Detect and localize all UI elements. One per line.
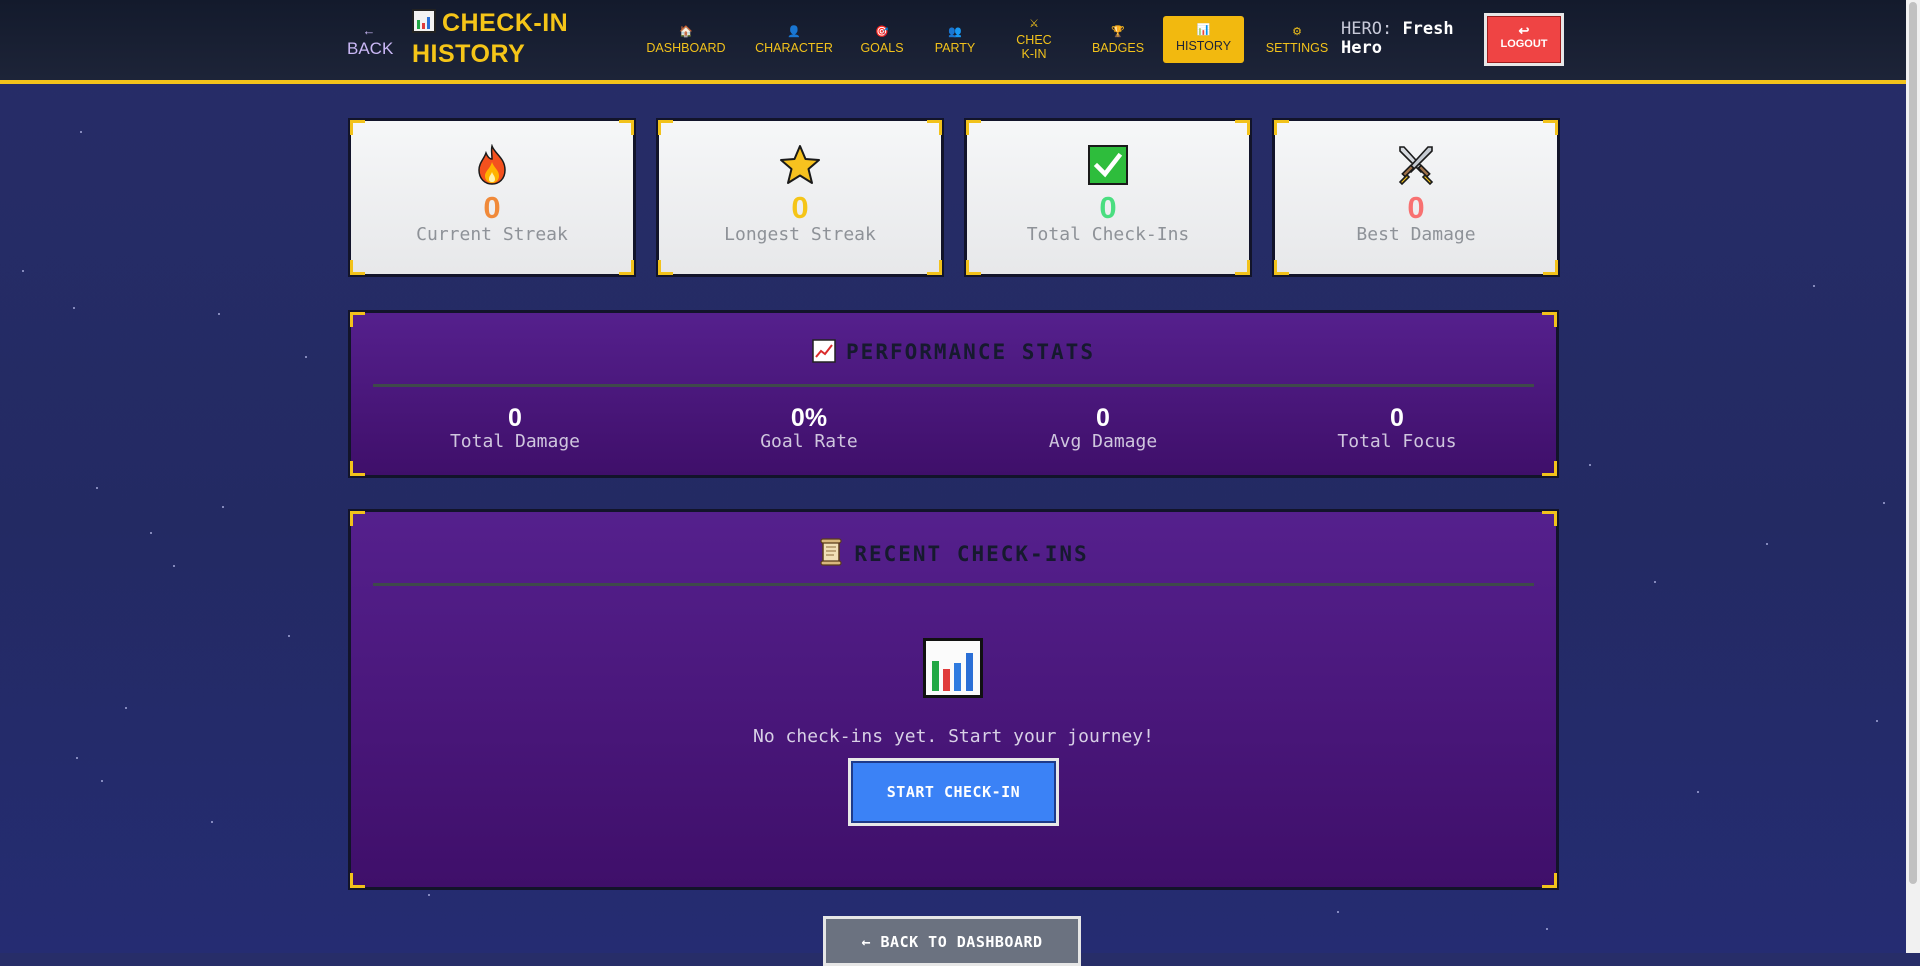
stat-value: 0 [483,190,501,225]
nav-badges-label: BADGES [1091,41,1145,55]
page-title: CHECK-IN HISTORY [412,8,602,70]
chart-icon: 📊 [1196,24,1211,36]
stat-label: Best Damage [1356,224,1476,245]
performance-title-text: PERFORMANCE STATS [846,340,1095,364]
bar-chart-icon [923,638,983,698]
stat-card-longest-streak: 0 Longest Streak [656,118,944,277]
hero-key: HERO: [1341,19,1393,39]
house-icon: 🏠 [679,26,693,38]
stat-label: Longest Streak [724,224,876,245]
stat-value: 0 [1099,190,1117,225]
top-navigation-bar: ← BACK CHECK-IN HISTORY 🏠 DASHBOARD 👤 CHAR… [0,0,1906,84]
performance-title: PERFORMANCE STATS [351,339,1556,369]
empty-state-message: No check-ins yet. Start your journey! [753,726,1154,747]
perf-label: Total Focus [1337,431,1457,452]
character-icon: 👤 [787,26,801,38]
logout-icon: ↩ [1518,23,1530,38]
back-arrow-icon: ← [362,23,376,38]
stat-card-best-damage: 0 Best Damage [1272,118,1560,277]
party-icon: 👥 [948,26,962,38]
nav-goals[interactable]: 🎯 GOALS [857,16,907,62]
nav-settings-label: SETTINGS [1265,41,1329,55]
performance-stats-panel: PERFORMANCE STATS 0 Total Damage 0% Goal… [348,310,1559,478]
bar-chart-icon [412,9,436,33]
logout-label: LOGOUT [1500,38,1548,50]
scrollbar-thumb[interactable] [1909,2,1917,884]
line-chart-icon [812,339,836,369]
perf-value: 0 [1390,404,1404,432]
perf-label: Total Damage [449,431,581,452]
checkmark-icon [967,141,1249,189]
nav-check-in-label: CHECK-IN [1016,33,1052,61]
nav-history-label: HISTORY [1175,39,1232,53]
nav-dashboard[interactable]: 🏠 DASHBOARD [646,16,726,62]
nav-party-label: PARTY [934,41,976,55]
scroll-icon [818,538,844,572]
hero-name-display: HERO: Fresh Hero [1341,20,1471,58]
perf-label: Avg Damage [1048,431,1158,452]
stat-card-total-check-ins: 0 Total Check-Ins [964,118,1252,277]
perf-total-focus: 0 Total Focus [1287,405,1507,452]
star-icon [659,141,941,189]
recent-title: RECENT CHECK-INS [351,538,1556,572]
perf-total-damage: 0 Total Damage [405,405,625,452]
perf-label: Goal Rate [760,431,858,452]
logout-button[interactable]: ↩ LOGOUT [1484,13,1564,66]
back-to-dashboard-button[interactable]: ← BACK TO DASHBOARD [823,916,1081,966]
nav-settings[interactable]: ⚙ SETTINGS [1262,16,1332,62]
stat-value: 0 [1407,190,1425,225]
perf-value: 0% [790,404,828,432]
fire-icon [351,141,633,189]
divider [373,384,1534,387]
perf-value: 0 [1096,404,1110,432]
perf-avg-damage: 0 Avg Damage [993,405,1213,452]
nav-character[interactable]: 👤 CHARACTER [754,16,834,62]
nav-check-in[interactable]: ⚔ CHECK-IN [1008,16,1060,62]
recent-title-text: RECENT CHECK-INS [854,542,1089,566]
stat-value: 0 [791,190,809,225]
back-label: BACK [347,39,394,58]
trophy-icon: 🏆 [1111,26,1125,38]
nav-badges[interactable]: 🏆 BADGES [1088,16,1148,62]
perf-goal-rate: 0% Goal Rate [699,405,919,452]
nav-dashboard-label: DASHBOARD [646,41,726,55]
recent-check-ins-panel: RECENT CHECK-INS No check-ins yet. Start… [348,509,1559,890]
nav-history[interactable]: 📊 HISTORY [1163,16,1244,63]
perf-value: 0 [508,404,522,432]
gear-icon: ⚙ [1292,26,1302,38]
swords-icon: ⚔ [1029,18,1039,30]
stat-label: Current Streak [416,224,568,245]
divider [373,583,1534,586]
scrollbar[interactable] [1906,0,1920,953]
nav-party[interactable]: 👥 PARTY [930,16,980,62]
start-check-in-button[interactable]: START CHECK-IN [848,758,1059,826]
stat-card-current-streak: 0 Current Streak [348,118,636,277]
nav-goals-label: GOALS [860,41,904,55]
stat-label: Total Check-Ins [1026,224,1190,245]
nav-character-label: CHARACTER [755,41,833,55]
back-link[interactable]: ← BACK [347,22,394,58]
target-icon: 🎯 [875,26,889,38]
crossed-swords-icon [1275,141,1557,189]
